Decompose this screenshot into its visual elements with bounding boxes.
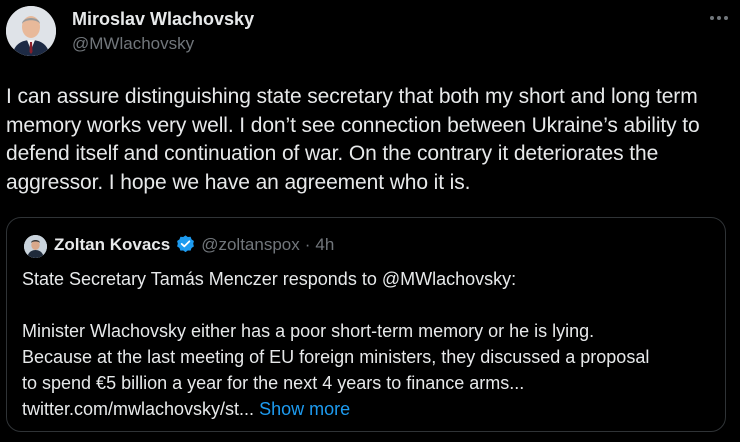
quoted-text-line: to spend €5 billion a year for the next … [22, 373, 525, 393]
quoted-author-handle[interactable]: @zoltanspox [201, 235, 300, 255]
verified-badge-icon [175, 234, 196, 255]
quoted-header: Zoltan Kovacs @zoltanspox · 4h [54, 234, 334, 255]
quoted-text-line: Because at the last meeting of EU foreig… [22, 347, 650, 367]
quoted-text-line: Minister Wlachovsky either has a poor sh… [22, 321, 595, 341]
author-name[interactable]: Miroslav Wlachovsky [72, 9, 254, 30]
quoted-text-last-line: twitter.com/mwlachovsky/st... Show more [22, 396, 722, 422]
quoted-text: State Secretary Tamás Menczer responds t… [22, 266, 722, 422]
quoted-author-name[interactable]: Zoltan Kovacs [54, 235, 170, 255]
show-more-link[interactable]: Show more [259, 399, 350, 419]
tweet-text: I can assure distinguishing state secret… [6, 85, 700, 194]
quoted-timestamp[interactable]: 4h [315, 235, 334, 255]
tweet-card: Miroslav Wlachovsky @MWlachovsky I can a… [0, 0, 740, 442]
author-avatar[interactable] [6, 6, 56, 56]
author-handle[interactable]: @MWlachovsky [72, 34, 194, 54]
separator-dot: · [304, 234, 311, 254]
quoted-tweet[interactable]: Zoltan Kovacs @zoltanspox · 4h State Sec… [6, 217, 726, 432]
quoted-author-avatar[interactable] [24, 235, 47, 258]
quoted-link[interactable]: twitter.com/mwlachovsky/st... [22, 399, 254, 419]
quoted-text-line: State Secretary Tamás Menczer responds t… [22, 269, 517, 289]
more-horizontal-icon[interactable] [708, 10, 730, 26]
